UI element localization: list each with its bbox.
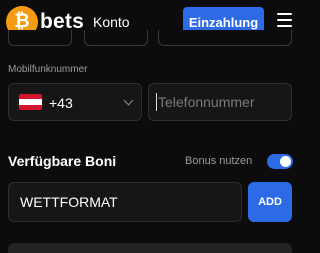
next-section-block: [8, 243, 292, 253]
phone-number-input[interactable]: [148, 83, 292, 121]
hamburger-menu-icon[interactable]: [277, 13, 292, 27]
austria-flag-icon: [19, 94, 42, 110]
available-bonuses-title: Verfügbare Boni: [8, 153, 117, 169]
partial-field-year[interactable]: [158, 30, 292, 46]
partial-field-month[interactable]: [84, 30, 148, 46]
toggle-knob: [280, 156, 291, 167]
country-code-select[interactable]: +43: [8, 83, 142, 121]
partial-field-day[interactable]: [8, 30, 72, 46]
country-code-value: +43: [49, 95, 73, 111]
text-cursor: [156, 93, 157, 111]
konto-link[interactable]: Konto: [93, 14, 130, 30]
chevron-down-icon: [123, 95, 134, 106]
add-bonus-button[interactable]: ADD: [248, 182, 292, 222]
bonus-code-input[interactable]: [8, 182, 242, 222]
use-bonus-toggle[interactable]: [267, 154, 293, 169]
use-bonus-label: Bonus nutzen: [185, 155, 253, 167]
mobile-number-label: Mobilfunknummer: [8, 64, 88, 75]
